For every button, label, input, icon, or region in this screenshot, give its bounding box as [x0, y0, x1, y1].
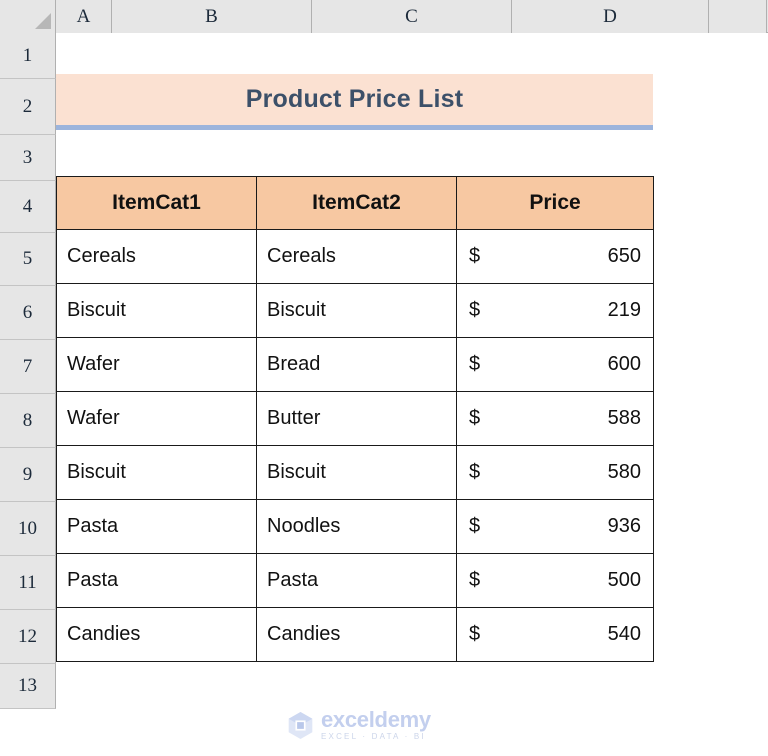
currency-symbol: $: [469, 407, 481, 429]
cell-price[interactable]: $600: [456, 337, 654, 392]
currency-symbol: $: [469, 623, 481, 645]
table-row[interactable]: Pasta Noodles $936: [56, 499, 654, 554]
row-header-9[interactable]: 9: [0, 448, 56, 502]
row-header-5[interactable]: 5: [0, 233, 56, 286]
row-header-6[interactable]: 6: [0, 286, 56, 340]
cell-itemcat1[interactable]: Pasta: [56, 499, 257, 554]
table-row[interactable]: Biscuit Biscuit $219: [56, 283, 654, 338]
cell-price[interactable]: $650: [456, 229, 654, 284]
table-header-row: ItemCat1 ItemCat2 Price: [56, 176, 654, 230]
row-header-3[interactable]: 3: [0, 135, 56, 181]
cell-itemcat1[interactable]: Cereals: [56, 229, 257, 284]
price-value: 219: [607, 299, 641, 321]
cell-itemcat2[interactable]: Biscuit: [256, 283, 457, 338]
cell-itemcat1[interactable]: Pasta: [56, 553, 257, 608]
cell-itemcat1[interactable]: Candies: [56, 607, 257, 662]
column-header-d[interactable]: D: [512, 0, 709, 33]
row-header-7[interactable]: 7: [0, 340, 56, 394]
table-row[interactable]: Biscuit Biscuit $580: [56, 445, 654, 500]
table-row[interactable]: Wafer Bread $600: [56, 337, 654, 392]
column-header-price[interactable]: Price: [456, 176, 654, 230]
title-banner-cell[interactable]: Product Price List: [56, 74, 653, 130]
cell-price[interactable]: $540: [456, 607, 654, 662]
table-row[interactable]: Pasta Pasta $500: [56, 553, 654, 608]
table-row[interactable]: Candies Candies $540: [56, 607, 654, 662]
cell-itemcat2[interactable]: Biscuit: [256, 445, 457, 500]
cell-itemcat2[interactable]: Butter: [256, 391, 457, 446]
spreadsheet-grid: ABCD 1 2 3 4 5 6 7 8 9 10 11 12 13 Product Price Lis…: [0, 0, 768, 756]
cell-itemcat2[interactable]: Candies: [256, 607, 457, 662]
row-header-10[interactable]: 10: [0, 502, 56, 556]
column-header-b[interactable]: B: [112, 0, 312, 33]
table-row[interactable]: Cereals Cereals $650: [56, 229, 654, 284]
page-title: Product Price List: [245, 85, 464, 113]
price-value: 936: [607, 515, 641, 537]
price-value: 540: [607, 623, 641, 645]
currency-symbol: $: [469, 299, 481, 321]
select-all-triangle-icon: [35, 13, 51, 29]
price-value: 650: [607, 245, 641, 267]
row-header-12[interactable]: 12: [0, 610, 56, 664]
currency-symbol: $: [469, 569, 481, 591]
cell-itemcat2[interactable]: Pasta: [256, 553, 457, 608]
currency-symbol: $: [469, 461, 481, 483]
cell-itemcat1[interactable]: Biscuit: [56, 445, 257, 500]
table-row[interactable]: Wafer Butter $588: [56, 391, 654, 446]
cell-itemcat1[interactable]: Biscuit: [56, 283, 257, 338]
cell-price[interactable]: $580: [456, 445, 654, 500]
cell-itemcat2[interactable]: Noodles: [256, 499, 457, 554]
currency-symbol: $: [469, 515, 481, 537]
cell-itemcat2[interactable]: Bread: [256, 337, 457, 392]
row-header-2[interactable]: 2: [0, 79, 56, 135]
column-header-itemcat1[interactable]: ItemCat1: [56, 176, 257, 230]
row-header-11[interactable]: 11: [0, 556, 56, 610]
row-header-13[interactable]: 13: [0, 664, 56, 709]
currency-symbol: $: [469, 245, 481, 267]
column-header-a[interactable]: A: [56, 0, 112, 33]
select-all-corner[interactable]: [0, 0, 56, 33]
row-header-4[interactable]: 4: [0, 181, 56, 233]
column-header-itemcat2[interactable]: ItemCat2: [256, 176, 457, 230]
price-value: 500: [607, 569, 641, 591]
row-header-1[interactable]: 1: [0, 33, 56, 79]
price-value: 588: [607, 407, 641, 429]
cell-itemcat2[interactable]: Cereals: [256, 229, 457, 284]
cell-itemcat1[interactable]: Wafer: [56, 337, 257, 392]
column-header-row: ABCD: [0, 0, 768, 33]
cell-itemcat1[interactable]: Wafer: [56, 391, 257, 446]
column-header-blank[interactable]: [709, 0, 767, 33]
price-value: 600: [607, 353, 641, 375]
price-value: 580: [607, 461, 641, 483]
cell-price[interactable]: $588: [456, 391, 654, 446]
cell-price[interactable]: $936: [456, 499, 654, 554]
row-header-8[interactable]: 8: [0, 394, 56, 448]
cell-price[interactable]: $219: [456, 283, 654, 338]
currency-symbol: $: [469, 353, 481, 375]
column-header-c[interactable]: C: [312, 0, 512, 33]
cell-price[interactable]: $500: [456, 553, 654, 608]
product-price-table[interactable]: ItemCat1 ItemCat2 Price Cereals Cereals $6…: [56, 176, 654, 662]
row-header-column: 1 2 3 4 5 6 7 8 9 10 11 12 13: [0, 33, 56, 709]
